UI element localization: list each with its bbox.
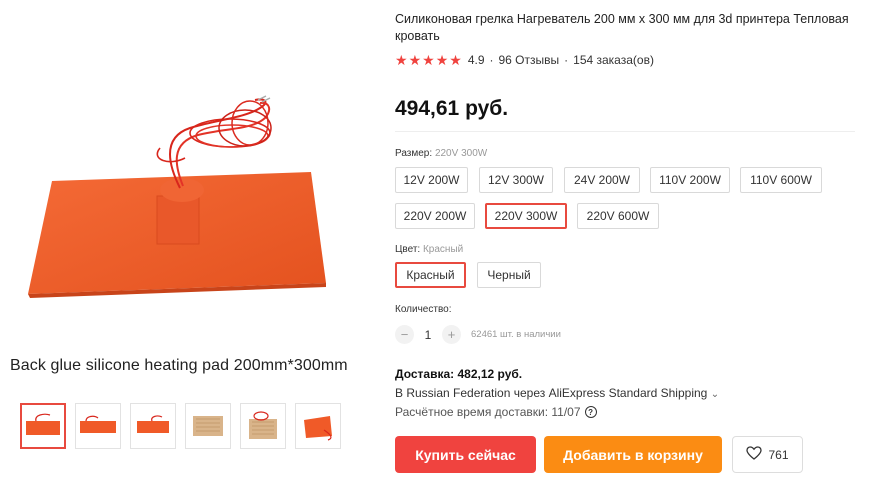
size-choice[interactable]: 12V 300W — [479, 167, 553, 193]
quantity-stepper: − 1 + 62461 шт. в наличии — [395, 325, 561, 344]
size-choice[interactable]: 12V 200W — [395, 167, 468, 193]
star-icon: ★ — [422, 52, 435, 68]
thumbnail-1[interactable] — [20, 403, 66, 449]
star-icon: ★ — [449, 52, 462, 68]
cut-off-content — [395, 486, 855, 493]
thumbnail-6[interactable] — [295, 403, 341, 449]
color-choice-label: Черный — [487, 268, 531, 282]
thumbnail-5[interactable] — [240, 403, 286, 449]
size-label-text: Размер: — [395, 148, 433, 159]
color-choice-label: Красный — [406, 268, 455, 282]
question-icon[interactable]: ? — [584, 406, 597, 418]
size-choice[interactable]: 24V 200W — [564, 167, 640, 193]
thumbnail-strip — [20, 403, 341, 449]
quantity-label: Количество: — [395, 304, 452, 315]
thumbnail-4[interactable] — [185, 403, 231, 449]
star-rating: ★ ★ ★ ★ ★ — [395, 53, 462, 67]
reviews-link[interactable]: 96 Отзывы — [499, 53, 560, 67]
thumbnail-2[interactable] — [75, 403, 121, 449]
heart-icon — [746, 446, 763, 463]
shipping-method-text: В Russian Federation через AliExpress St… — [395, 386, 708, 400]
size-choice-label: 12V 200W — [403, 173, 460, 187]
size-choice[interactable]: 110V 200W — [650, 167, 730, 193]
separator-dot: · — [489, 53, 494, 67]
minus-icon[interactable]: − — [395, 325, 414, 344]
add-to-cart-button[interactable]: Добавить в корзину — [544, 436, 722, 473]
thumbnail-3[interactable] — [130, 403, 176, 449]
size-choice-label: 220V 200W — [403, 209, 467, 223]
color-selected-value: Красный — [422, 244, 464, 255]
size-selected-value: 220V 300W — [434, 148, 488, 159]
chevron-down-icon: ⌄ — [710, 389, 720, 400]
size-choice[interactable]: 220V 600W — [577, 203, 659, 229]
plus-icon[interactable]: + — [442, 325, 461, 344]
size-label: Размер: 220V 300W — [395, 148, 487, 159]
size-choice-label: 220V 600W — [586, 209, 650, 223]
buy-now-button[interactable]: Купить сейчас — [395, 436, 536, 473]
size-choice[interactable]: 110V 600W — [740, 167, 822, 193]
size-choice-selected[interactable]: 220V 300W — [485, 203, 567, 229]
quantity-value[interactable]: 1 — [414, 328, 442, 342]
star-icon: ★ — [395, 52, 408, 68]
size-choice-label: 220V 300W — [494, 209, 558, 223]
main-product-image[interactable] — [20, 88, 330, 318]
image-caption: Back glue silicone heating pad 200mm*300… — [10, 357, 348, 374]
color-choice-selected[interactable]: Красный — [395, 262, 466, 288]
size-choice-label: 12V 300W — [487, 173, 545, 187]
delivery-estimate-text: Расчётное время доставки: 11/07 — [395, 405, 581, 419]
size-choice-label: 110V 200W — [659, 173, 721, 187]
stock-count: 62461 шт. в наличии — [471, 329, 561, 340]
color-label-text: Цвет: — [395, 244, 421, 255]
size-choice-label: 110V 600W — [750, 173, 812, 187]
product-info: Силиконовая грелка Нагреватель 200 мм x … — [395, 0, 855, 493]
rating-row: ★ ★ ★ ★ ★ 4.9 · 96 Отзывы · 154 заказа(о… — [395, 53, 654, 67]
size-choice[interactable]: 220V 200W — [395, 203, 475, 229]
price: 494,61 руб. — [395, 97, 509, 120]
separator-dot: · — [564, 53, 569, 67]
orders-count: 154 заказа(ов) — [573, 53, 654, 67]
star-icon: ★ — [408, 52, 422, 68]
wishlist-button[interactable]: 761 — [732, 436, 803, 473]
divider — [395, 131, 855, 132]
color-choice[interactable]: Черный — [477, 262, 541, 288]
wishlist-count: 761 — [768, 447, 789, 462]
size-choice-label: 24V 200W — [573, 173, 631, 187]
product-title: Силиконовая грелка Нагреватель 200 мм x … — [395, 12, 849, 43]
shipping-method[interactable]: В Russian Federation через AliExpress St… — [395, 386, 719, 400]
color-label: Цвет: Красный — [395, 244, 463, 255]
star-icon: ★ — [435, 52, 449, 68]
product-gallery: Back glue silicone heating pad 200mm*300… — [0, 0, 380, 493]
rating-value: 4.9 — [467, 53, 485, 67]
delivery-estimate: Расчётное время доставки: 11/07 ? — [395, 405, 597, 419]
shipping-cost: Доставка: 482,12 руб. — [395, 367, 523, 381]
